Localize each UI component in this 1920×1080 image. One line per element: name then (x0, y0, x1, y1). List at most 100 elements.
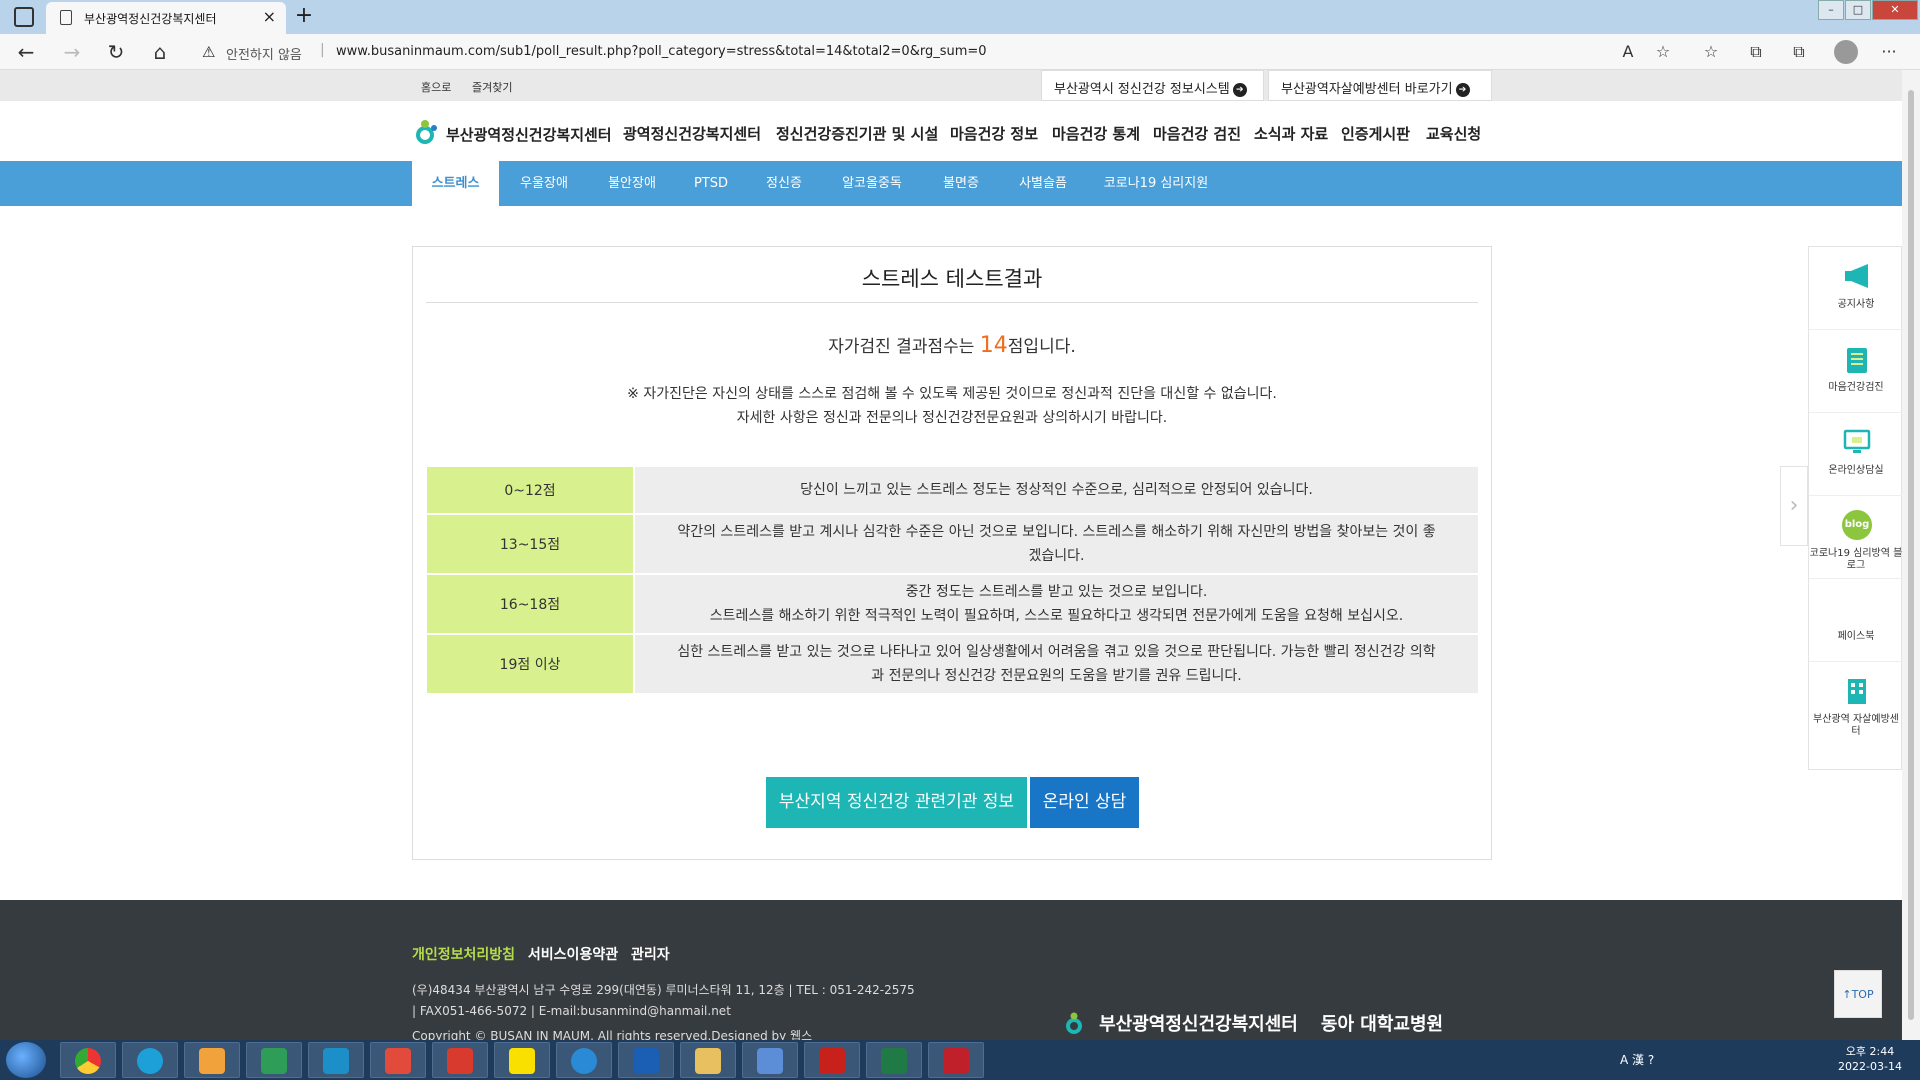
description-line: 과 전문의나 정신건강 전문요원의 도움을 받기를 권유 드립니다. (871, 668, 1242, 684)
extensions-icon[interactable]: ⧉ (1788, 41, 1810, 63)
sheets-taskbar-app[interactable] (246, 1042, 302, 1078)
gnb-item-board[interactable]: 인증게시판 (1341, 123, 1410, 144)
result-panel: 스트레스 테스트결과 자가검진 결과점수는 14점입니다. ※ 자가진단은 자신… (412, 246, 1492, 860)
admin-link[interactable]: 관리자 (631, 947, 670, 963)
tab-ptsd[interactable]: PTSD (678, 161, 744, 206)
tab-covid-support[interactable]: 코로나19 심리지원 (1090, 161, 1222, 206)
recorder-taskbar-app[interactable] (928, 1042, 984, 1078)
url-field[interactable]: ⚠ 안전하지 않음 | www.busaninmaum.com/sub1/pol… (196, 38, 1676, 66)
explorer-taskbar-app[interactable] (680, 1042, 736, 1078)
terms-link[interactable]: 서비스이용약관 (528, 947, 618, 963)
start-button[interactable] (6, 1042, 46, 1078)
tab-depression[interactable]: 우울장애 (502, 161, 586, 206)
forward-icon[interactable]: → (60, 40, 84, 64)
notes-icon (757, 1048, 783, 1074)
gnb-item-news[interactable]: 소식과 자료 (1254, 123, 1328, 144)
score-description: 심한 스트레스를 받고 있는 것으로 나타나고 있어 일상생활에서 어려움을 겪… (635, 635, 1478, 693)
tab-alcohol[interactable]: 알코올중독 (826, 161, 918, 206)
result-title: 스트레스 테스트결과 (861, 267, 1043, 291)
app-taskbar-app[interactable] (184, 1042, 240, 1078)
gnb-item-center[interactable]: 광역정신건강복지센터 (623, 123, 761, 144)
description-line: 당신이 느끼고 있는 스트레스 정도는 정상적인 수준으로, 심리적으로 안정되… (800, 482, 1313, 498)
agency-info-button[interactable]: 부산지역 정신건강 관련기관 정보 (766, 777, 1027, 828)
table-row: 13~15점 약간의 스트레스를 받고 계시나 심각한 수준은 아닌 것으로 보… (427, 515, 1478, 573)
security-label[interactable]: 안전하지 않음 (226, 44, 302, 63)
scroll-top-button[interactable]: ↑TOP (1834, 970, 1882, 1018)
edge-taskbar-app[interactable] (122, 1042, 178, 1078)
notes-taskbar-app[interactable] (742, 1042, 798, 1078)
clock-time: 오후 2:44 (1845, 1045, 1895, 1058)
tab-insomnia[interactable]: 불면증 (924, 161, 998, 206)
back-icon[interactable]: ← (14, 40, 38, 64)
clock[interactable]: 오후 2:44 2022-03-14 (1830, 1044, 1910, 1074)
url-text[interactable]: www.busaninmaum.com/sub1/poll_result.php… (336, 44, 987, 59)
gnb-item-info[interactable]: 마음건강 정보 (950, 123, 1038, 144)
home-icon[interactable]: ⌂ (148, 40, 172, 64)
maximize-icon[interactable]: □ (1845, 0, 1871, 20)
quick-blog[interactable]: blog 코로나19 심리방역 블로그 (1809, 496, 1903, 579)
description-line: 심한 스트레스를 받고 있는 것으로 나타나고 있어 일상생활에서 어려움을 겪… (677, 644, 1436, 660)
favorites-icon[interactable]: ☆ (1700, 41, 1722, 63)
scrollbar-thumb[interactable] (1908, 90, 1914, 1020)
table-row: 16~18점 중간 정도는 스트레스를 받고 있는 것으로 보입니다. 스트레스를… (427, 575, 1478, 633)
ie-icon (571, 1048, 597, 1074)
description-line: 중간 정도는 스트레스를 받고 있는 것으로 보입니다. (905, 584, 1208, 600)
gnb-item-education[interactable]: 교육신청 (1426, 123, 1481, 144)
close-tab-icon[interactable]: × (263, 7, 276, 26)
gnb-item-facilities[interactable]: 정신건강증진기관 및 시설 (776, 123, 938, 144)
minimize-icon[interactable]: – (1818, 0, 1844, 20)
quick-menu-toggle[interactable]: › (1780, 466, 1808, 546)
online-consult-button[interactable]: 온라인 상담 (1030, 777, 1139, 828)
disclaimer-line-2: 자세한 사항은 정신과 전문의나 정신건강전문요원과 상의하시기 바랍니다. (736, 410, 1168, 426)
refresh-icon[interactable]: ↻ (104, 40, 128, 64)
kakaotalk-taskbar-app[interactable] (494, 1042, 550, 1078)
pdf-taskbar-app[interactable] (432, 1042, 488, 1078)
ie-taskbar-app[interactable] (556, 1042, 612, 1078)
gnb-item-stats[interactable]: 마음건강 통계 (1052, 123, 1140, 144)
info-system-link[interactable]: 부산광역시 정신건강 정보시스템 ➔ (1041, 70, 1264, 101)
new-tab-button[interactable]: + (290, 4, 318, 30)
suicide-prevention-link[interactable]: 부산광역자살예방센터 바로가기 ➔ (1268, 70, 1492, 101)
windows-taskbar: A 漢 ? 오후 2:44 2022-03-14 (0, 1040, 1920, 1080)
privacy-policy-link[interactable]: 개인정보처리방침 (412, 947, 515, 963)
tab-actions-icon[interactable] (14, 7, 34, 27)
excel-taskbar-app[interactable] (866, 1042, 922, 1078)
tab-grief[interactable]: 사별슬픔 (1003, 161, 1083, 206)
chrome-taskbar-app[interactable] (60, 1042, 116, 1078)
quick-facebook[interactable]: 페이스북 (1809, 579, 1903, 662)
profile-avatar[interactable] (1834, 40, 1858, 64)
quick-suicide-prevention[interactable]: 부산광역 자살예방센터 (1809, 662, 1903, 745)
gnb-item-checkup[interactable]: 마음건강 검진 (1153, 123, 1241, 144)
quick-label: 공지사항 (1837, 299, 1875, 310)
score-interpretation-table: 0~12점 당신이 느끼고 있는 스트레스 정도는 정상적인 수준으로, 심리적… (427, 465, 1478, 695)
score-description: 당신이 느끼고 있는 스트레스 정도는 정상적인 수준으로, 심리적으로 안정되… (635, 467, 1478, 513)
close-window-icon[interactable]: ✕ (1872, 0, 1918, 20)
quick-checkup[interactable]: 마음건강검진 (1809, 330, 1903, 413)
tool-taskbar-app[interactable] (618, 1042, 674, 1078)
tab-anxiety[interactable]: 불안장애 (590, 161, 674, 206)
tab-stress[interactable]: 스트레스 (412, 161, 499, 206)
home-link[interactable]: 홈으로 (421, 79, 451, 95)
read-aloud-icon[interactable]: A (1617, 41, 1639, 63)
browser-tab[interactable]: 부산광역정신건강복지센터 × (46, 2, 286, 34)
system-tray[interactable]: A 漢 ? (1620, 1051, 1654, 1068)
quick-label: 부산광역 자살예방센터 (1813, 714, 1899, 737)
bookmark-link[interactable]: 즐겨찾기 (472, 79, 512, 95)
warning-icon[interactable]: ⚠ (202, 43, 215, 61)
show-taskbar-app[interactable] (370, 1042, 426, 1078)
hwp-taskbar-app[interactable] (308, 1042, 364, 1078)
excel-icon (881, 1048, 907, 1074)
quick-online-consult[interactable]: 온라인상담실 (1809, 413, 1903, 496)
kakaotalk-icon (509, 1048, 535, 1074)
add-favorite-icon[interactable]: ☆ (1652, 41, 1674, 63)
tab-psychosis[interactable]: 정신증 (748, 161, 820, 206)
collections-icon[interactable]: ⧉ (1745, 41, 1767, 63)
page-scrollbar[interactable] (1902, 70, 1920, 1040)
acrobat-taskbar-app[interactable] (804, 1042, 860, 1078)
more-icon[interactable]: ··· (1878, 41, 1900, 63)
score-summary: 자가검진 결과점수는 14점입니다. (413, 332, 1491, 358)
quick-label: 온라인상담실 (1828, 465, 1884, 476)
quick-notice[interactable]: 공지사항 (1809, 247, 1903, 330)
test-category-nav: 스트레스 우울장애 불안장애 PTSD 정신증 알코올중독 불면증 사별슬픔 코… (0, 161, 1902, 206)
quick-label: 페이스북 (1837, 631, 1875, 642)
